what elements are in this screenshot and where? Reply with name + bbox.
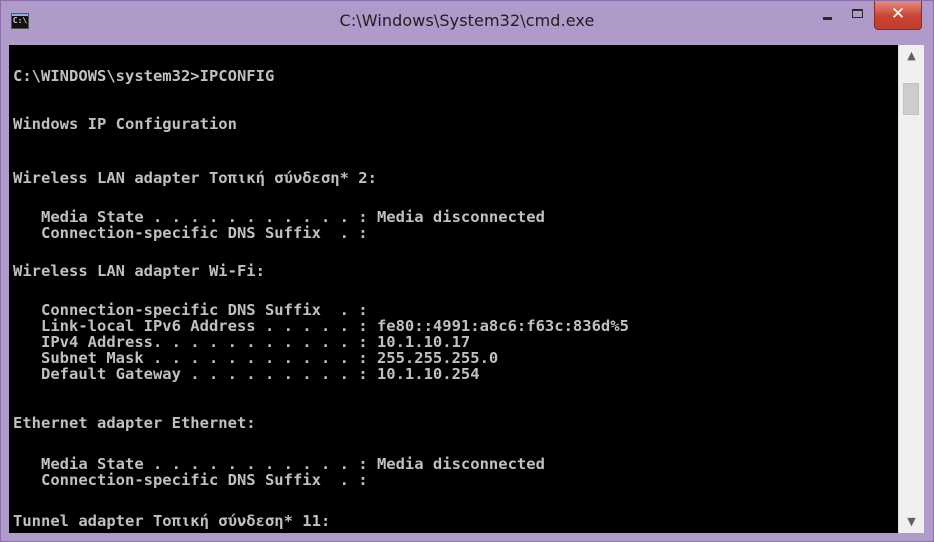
scroll-up-icon[interactable]: ▲: [899, 47, 924, 65]
console-line: Media State . . . . . . . . . . . : Medi…: [13, 208, 545, 226]
console-line: Connection-specific DNS Suffix . :: [13, 301, 368, 319]
console-line-adapter: Tunnel adapter Τοπική σύνδεση* 11:: [13, 512, 331, 530]
console-line: Link-local IPv6 Address . . . . . : fe80…: [13, 317, 629, 335]
console-line-heading: Windows IP Configuration: [13, 115, 237, 133]
console-line: IPv4 Address. . . . . . . . . . . : 10.1…: [13, 333, 471, 351]
close-button[interactable]: ✕: [874, 1, 922, 30]
window-title: C:\Windows\System32\cmd.exe: [339, 11, 595, 30]
console-line-adapter: Wireless LAN adapter Wi-Fi:: [13, 262, 265, 280]
console-line-adapter: Ethernet adapter Ethernet:: [13, 414, 256, 432]
console-line: Connection-specific DNS Suffix . :: [13, 471, 368, 489]
minimize-button[interactable]: [813, 1, 843, 30]
maximize-icon: [852, 9, 863, 18]
maximize-button[interactable]: [843, 1, 873, 30]
console-line: Media State . . . . . . . . . . . : Medi…: [13, 455, 545, 473]
close-icon: ✕: [890, 4, 906, 24]
console-line-prompt: C:\WINDOWS\system32>IPCONFIG: [13, 67, 275, 85]
minimize-icon: [823, 17, 832, 20]
title-bar[interactable]: C:\ C:\Windows\System32\cmd.exe ✕: [1, 1, 933, 45]
scrollbar-thumb[interactable]: [903, 83, 919, 115]
console-line-adapter: Wireless LAN adapter Τοπική σύνδεση* 2:: [13, 169, 377, 187]
console-line: Default Gateway . . . . . . . . . : 10.1…: [13, 365, 480, 383]
cmd-window: C:\ C:\Windows\System32\cmd.exe ✕ C:\WIN…: [0, 0, 934, 542]
vertical-scrollbar[interactable]: ▲ ▼: [898, 45, 924, 533]
console-line: Connection-specific DNS Suffix . :: [13, 224, 368, 242]
console-line: Subnet Mask . . . . . . . . . . . : 255.…: [13, 349, 499, 367]
scroll-down-icon[interactable]: ▼: [899, 513, 924, 531]
console-output[interactable]: C:\WINDOWS\system32>IPCONFIG Windows IP …: [9, 45, 898, 533]
